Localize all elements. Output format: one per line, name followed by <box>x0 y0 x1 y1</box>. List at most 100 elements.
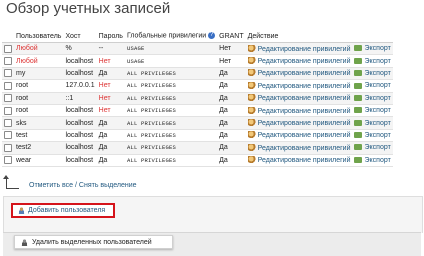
export-icon <box>354 132 363 139</box>
select-column-header <box>2 30 14 43</box>
row-checkbox[interactable] <box>4 143 12 152</box>
user-cell: test2 <box>14 141 64 155</box>
grant-cell: Да <box>217 116 246 130</box>
row-checkbox[interactable] <box>4 156 12 165</box>
edit-privileges-link[interactable]: Редактирование привилегий <box>258 83 351 90</box>
host-cell: ::1 <box>63 92 97 105</box>
row-select-cell <box>2 116 14 130</box>
grant-cell: Нет <box>217 54 246 68</box>
export-link[interactable]: Экспорт <box>364 45 390 52</box>
export-link[interactable]: Экспорт <box>364 132 390 139</box>
user-accounts-table: Пользователь Хост Пароль Глобальные прив… <box>2 30 393 167</box>
privileges-cell: ALL PRIVILEGES <box>124 129 218 143</box>
privileges-cell: ALL PRIVILEGES <box>124 141 218 155</box>
table-row: test localhost Да ALL PRIVILEGES Да Редактиро… <box>2 129 393 143</box>
privileges-cell: ALL PRIVILEGES <box>124 79 218 93</box>
export-icon <box>354 57 363 64</box>
privileges-cell: ALL PRIVILEGES <box>124 116 218 130</box>
host-cell: localhost <box>63 67 97 81</box>
row-checkbox[interactable] <box>4 81 12 90</box>
edit-privileges-link[interactable]: Редактирование привилегий <box>258 157 351 164</box>
table-row: root 127.0.0.1 Нет ALL PRIVILEGES Да Редактир… <box>2 79 393 93</box>
row-checkbox[interactable] <box>4 94 12 103</box>
row-select-cell <box>2 67 14 81</box>
host-cell: localhost <box>63 116 97 130</box>
user-column-header[interactable]: Пользователь <box>14 30 64 43</box>
password-cell: -- <box>96 42 125 56</box>
grant-cell: Да <box>217 129 246 143</box>
export-cell: Экспорт <box>352 116 393 130</box>
check-all-link[interactable]: Отметить все / Снять выделение <box>29 182 137 189</box>
arrow-up-icon <box>3 175 19 189</box>
export-cell: Экспорт <box>352 141 393 155</box>
export-icon <box>354 94 363 101</box>
table-row: wear localhost Да ALL PRIVILEGES Да Редактиро… <box>2 154 393 167</box>
add-user-label: Добавить пользователя <box>28 207 106 214</box>
export-link[interactable]: Экспорт <box>364 70 390 77</box>
privileges-value: ALL PRIVILEGES <box>126 119 176 127</box>
row-checkbox[interactable] <box>4 106 12 115</box>
edit-privileges-cell: Редактирование привилегий <box>245 92 353 105</box>
edit-privileges-link[interactable]: Редактирование привилегий <box>258 58 351 65</box>
privileges-value: ALL PRIVILEGES <box>126 156 176 164</box>
user-cell: Любой <box>14 42 64 56</box>
export-link[interactable]: Экспорт <box>364 95 390 102</box>
user-cell: test <box>14 129 64 143</box>
export-cell: Экспорт <box>352 154 393 167</box>
password-column-header[interactable]: Пароль <box>96 30 125 43</box>
edit-privileges-cell: Редактирование привилегий <box>245 116 353 130</box>
export-cell: Экспорт <box>352 42 393 56</box>
row-checkbox[interactable] <box>4 44 12 53</box>
edit-privileges-cell: Редактирование привилегий <box>245 42 353 56</box>
row-checkbox[interactable] <box>4 119 12 128</box>
grant-cell: Да <box>217 141 246 155</box>
edit-privileges-link[interactable]: Редактирование привилегий <box>258 120 351 127</box>
password-cell: Нет <box>96 54 125 68</box>
export-link[interactable]: Экспорт <box>364 58 390 65</box>
row-checkbox[interactable] <box>4 69 12 78</box>
grant-cell: Да <box>217 104 246 118</box>
password-cell: Да <box>96 154 125 167</box>
privileges-value: ALL PRIVILEGES <box>126 144 176 152</box>
edit-privileges-cell: Редактирование привилегий <box>245 67 353 81</box>
password-cell: Нет <box>96 92 125 105</box>
grant-cell: Да <box>217 67 246 81</box>
export-cell: Экспорт <box>352 54 393 68</box>
privileges-cell: ALL PRIVILEGES <box>124 154 218 167</box>
help-icon[interactable]: ? <box>208 32 216 40</box>
edit-privileges-link[interactable]: Редактирование привилегий <box>258 132 351 139</box>
password-cell: Да <box>96 67 125 81</box>
export-link[interactable]: Экспорт <box>364 120 390 127</box>
privileges-value: ALL PRIVILEGES <box>126 94 176 102</box>
export-link[interactable]: Экспорт <box>364 107 390 114</box>
row-checkbox[interactable] <box>4 57 12 66</box>
edit-privileges-link[interactable]: Редактирование привилегий <box>258 70 351 77</box>
user-cell: Любой <box>14 54 64 68</box>
export-cell: Экспорт <box>352 104 393 118</box>
export-icon <box>354 156 363 163</box>
edit-privileges-link[interactable]: Редактирование привилегий <box>258 46 351 53</box>
edit-privileges-link[interactable]: Редактирование привилегий <box>258 107 351 114</box>
export-link[interactable]: Экспорт <box>364 144 390 151</box>
edit-privileges-cell: Редактирование привилегий <box>245 54 353 68</box>
host-cell: localhost <box>63 129 97 143</box>
host-column-header[interactable]: Хост <box>63 30 97 43</box>
table-header-row: Пользователь Хост Пароль Глобальные прив… <box>2 30 393 43</box>
edit-privileges-link[interactable]: Редактирование привилегий <box>258 95 351 102</box>
privileges-cell: USAGE <box>124 42 218 56</box>
export-link[interactable]: Экспорт <box>364 157 390 164</box>
privileges-header-label: Глобальные привилегии <box>126 32 207 40</box>
privileges-value: USAGE <box>126 45 145 53</box>
export-link[interactable]: Экспорт <box>364 82 390 89</box>
page-title: Обзор учетных записей <box>6 0 171 17</box>
export-icon <box>354 144 363 151</box>
edit-privileges-link[interactable]: Редактирование привилегий <box>258 145 351 152</box>
add-user-icon <box>18 207 25 214</box>
edit-privileges-cell: Редактирование привилегий <box>245 104 353 118</box>
table-row: my localhost Да ALL PRIVILEGES Да Редактирова… <box>2 67 393 81</box>
table-row: root localhost Нет ALL PRIVILEGES Да Редактир… <box>2 104 393 118</box>
delete-users-button[interactable]: Удалить выделенных пользователей <box>14 235 173 249</box>
add-user-button[interactable]: Добавить пользователя <box>11 203 115 218</box>
privileges-value: ALL PRIVILEGES <box>126 82 176 90</box>
row-checkbox[interactable] <box>4 131 12 140</box>
